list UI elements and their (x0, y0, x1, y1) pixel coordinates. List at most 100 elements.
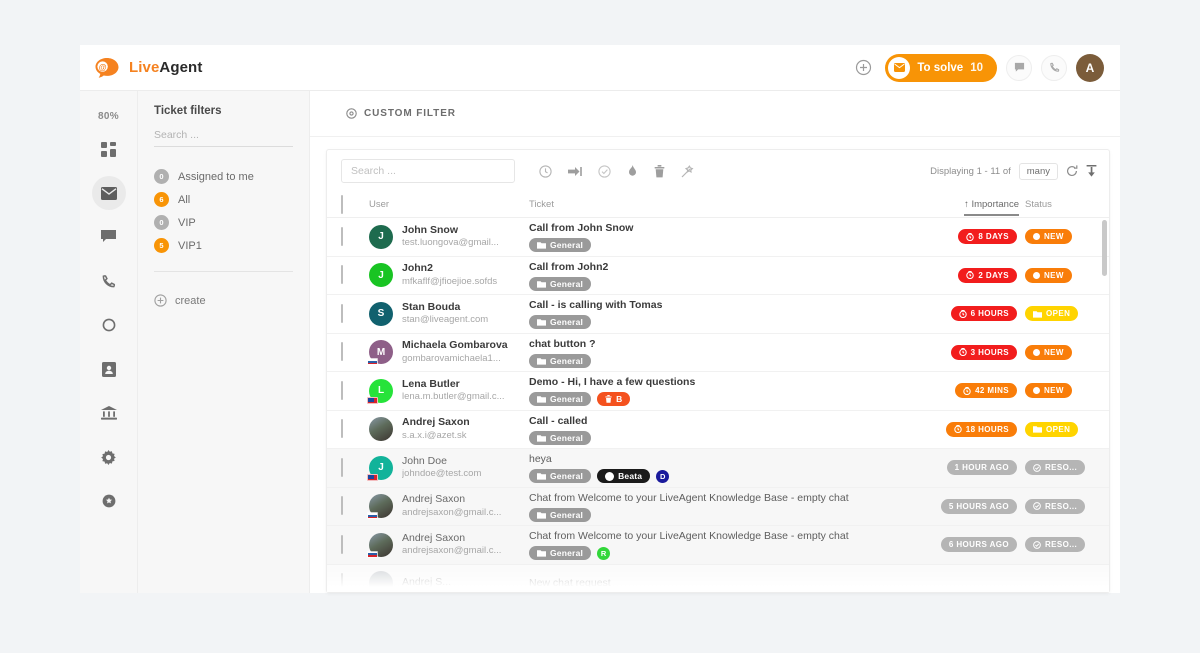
department-tag[interactable]: General (529, 315, 592, 330)
row-checkbox[interactable] (341, 457, 343, 477)
ticket-subject[interactable]: Demo - Hi, I have a few questions (529, 375, 917, 389)
toolbar-right: Displaying 1 - 11 of many (930, 162, 1097, 180)
flag-icon (367, 396, 378, 404)
column-header-user[interactable]: User (369, 199, 529, 210)
resolve-check-icon[interactable] (598, 164, 611, 178)
trash-icon[interactable] (654, 164, 665, 178)
sidebar-item-dashboard[interactable] (92, 132, 126, 166)
ticket-tag[interactable]: B (597, 392, 631, 407)
department-tag[interactable]: General (529, 353, 592, 368)
status-cell: OPEN (1025, 421, 1099, 437)
plus-circle-icon (154, 294, 167, 307)
custom-filter-bar[interactable]: CUSTOM FILTER (310, 91, 1120, 137)
filter-item-vip[interactable]: 0 VIP (154, 211, 293, 234)
svg-text:@: @ (99, 63, 107, 72)
page-size-selector[interactable]: many (1018, 162, 1058, 180)
select-all-checkbox[interactable] (341, 194, 343, 214)
department-tag[interactable]: General (529, 546, 592, 561)
table-row[interactable]: L Lena Butler lena.m.butler@gmail.c... Demo… (327, 372, 1109, 411)
table-row[interactable]: J John2 mfkaflf@jfioejioe.sofds Call from J… (327, 257, 1109, 295)
ticket-subject[interactable]: Call from John Snow (529, 221, 917, 235)
sidebar-item-config[interactable] (92, 484, 126, 518)
row-checkbox[interactable] (341, 342, 343, 362)
contact-badge[interactable]: D (656, 469, 670, 483)
refresh-icon[interactable] (1066, 165, 1078, 177)
phone-icon[interactable] (1041, 54, 1067, 81)
row-checkbox[interactable] (341, 419, 343, 439)
sidebar-item-settings[interactable] (92, 440, 126, 474)
table-row[interactable]: S Stan Bouda stan@liveagent.com Call - is c… (327, 295, 1109, 334)
ticket-toolbar: Displaying 1 - 11 of many (327, 150, 1109, 192)
row-checkbox[interactable] (341, 380, 343, 400)
to-solve-button[interactable]: To solve 10 (885, 53, 997, 82)
export-icon[interactable] (1086, 165, 1097, 177)
ticket-subject[interactable]: Call - is calling with Tomas (529, 298, 917, 312)
plus-circle-icon[interactable] (850, 55, 876, 81)
filter-item-all[interactable]: 6 All (154, 188, 293, 211)
user-email: stan@liveagent.com (402, 314, 489, 326)
status-badge: NEW (1025, 383, 1072, 399)
table-row[interactable]: Andrej Saxon andrejsaxon@gmail.c... Chat f… (327, 487, 1109, 526)
table-row[interactable]: Andrej Saxon s.a.x.i@azet.sk Call - called… (327, 411, 1109, 449)
user-email: andrejsaxon@gmail.c... (402, 545, 502, 557)
row-checkbox[interactable] (341, 573, 343, 592)
department-tag[interactable]: General (529, 430, 592, 445)
filter-item-assigned-to-me[interactable]: 0 Assigned to me (154, 165, 293, 188)
column-header-status[interactable]: Status (1025, 199, 1099, 210)
filter-label: VIP1 (178, 239, 202, 252)
table-row[interactable]: J John Doe johndoe@test.com heya General Beat… (327, 449, 1109, 488)
user-name: John Doe (402, 454, 447, 467)
transfer-arrow-icon[interactable] (568, 166, 582, 177)
row-checkbox[interactable] (341, 265, 343, 285)
filter-item-vip1[interactable]: 5 VIP1 (154, 234, 293, 257)
contact-badge[interactable]: R (597, 546, 611, 560)
magic-wand-icon[interactable] (681, 164, 694, 178)
ticket-subject[interactable]: Chat from Welcome to your LiveAgent Know… (529, 529, 917, 543)
user-name: John2 (402, 262, 433, 275)
search-input[interactable] (341, 159, 515, 183)
row-checkbox[interactable] (341, 226, 343, 246)
list-scrollbar[interactable] (1102, 220, 1107, 276)
row-checkbox[interactable] (341, 534, 343, 554)
ticket-subject[interactable]: chat button ? (529, 337, 917, 351)
table-row[interactable]: Andrej Saxon andrejsaxon@gmail.c... Chat f… (327, 526, 1109, 565)
sidebar-item-tickets[interactable] (91, 176, 126, 210)
row-checkbox-cell (341, 303, 369, 323)
ticket-subject[interactable]: heya (529, 452, 917, 466)
create-filter-button[interactable]: create (154, 294, 293, 307)
table-row[interactable]: M Michaela Gombarova gombarovamichaela1...… (327, 334, 1109, 372)
row-checkbox[interactable] (341, 496, 343, 516)
chat-icon[interactable] (1006, 54, 1032, 81)
flame-icon[interactable] (627, 164, 638, 178)
ticket-subject[interactable]: Chat from Welcome to your LiveAgent Know… (529, 491, 917, 505)
importance-cell: 1 HOUR AGO (917, 460, 1025, 476)
sidebar-item-contacts[interactable] (92, 352, 126, 386)
filter-count-badge: 0 (154, 169, 169, 184)
table-row-partial[interactable]: Andrej S... New chat request (327, 564, 1109, 592)
clock-history-icon[interactable] (539, 164, 552, 178)
column-header-ticket[interactable]: Ticket (529, 199, 917, 210)
department-tag[interactable]: General (529, 276, 592, 291)
sidebar-item-activity[interactable] (92, 308, 126, 342)
table-row[interactable]: J John Snow test.luongova@gmail... Call fro… (327, 218, 1109, 257)
user-avatar[interactable]: A (1076, 53, 1104, 82)
ticket-subject[interactable]: New chat request (529, 576, 917, 590)
department-tag[interactable]: General (529, 469, 592, 484)
department-tag[interactable]: General (529, 392, 592, 407)
sidebar-item-calls[interactable] (92, 264, 126, 298)
column-header-importance[interactable]: ↑ Importance (964, 199, 1019, 216)
liveagent-logo[interactable]: @ LiveAgent (94, 57, 202, 79)
user-name: Andrej Saxon (402, 416, 470, 429)
user-email: s.a.x.i@azet.sk (402, 429, 467, 441)
department-tag[interactable]: General (529, 507, 592, 522)
sidebar-item-chats[interactable] (92, 220, 126, 254)
filters-search-input[interactable] (154, 129, 293, 147)
department-tag[interactable]: General (529, 238, 592, 253)
avatar: J (369, 224, 393, 249)
sidebar-item-company[interactable] (92, 396, 126, 430)
row-checkbox[interactable] (341, 303, 343, 323)
user-name: Andrej S... (402, 576, 452, 589)
ticket-subject[interactable]: Call - called (529, 414, 917, 428)
ticket-subject[interactable]: Call from John2 (529, 260, 917, 274)
agent-tag[interactable]: Beata (597, 469, 651, 484)
